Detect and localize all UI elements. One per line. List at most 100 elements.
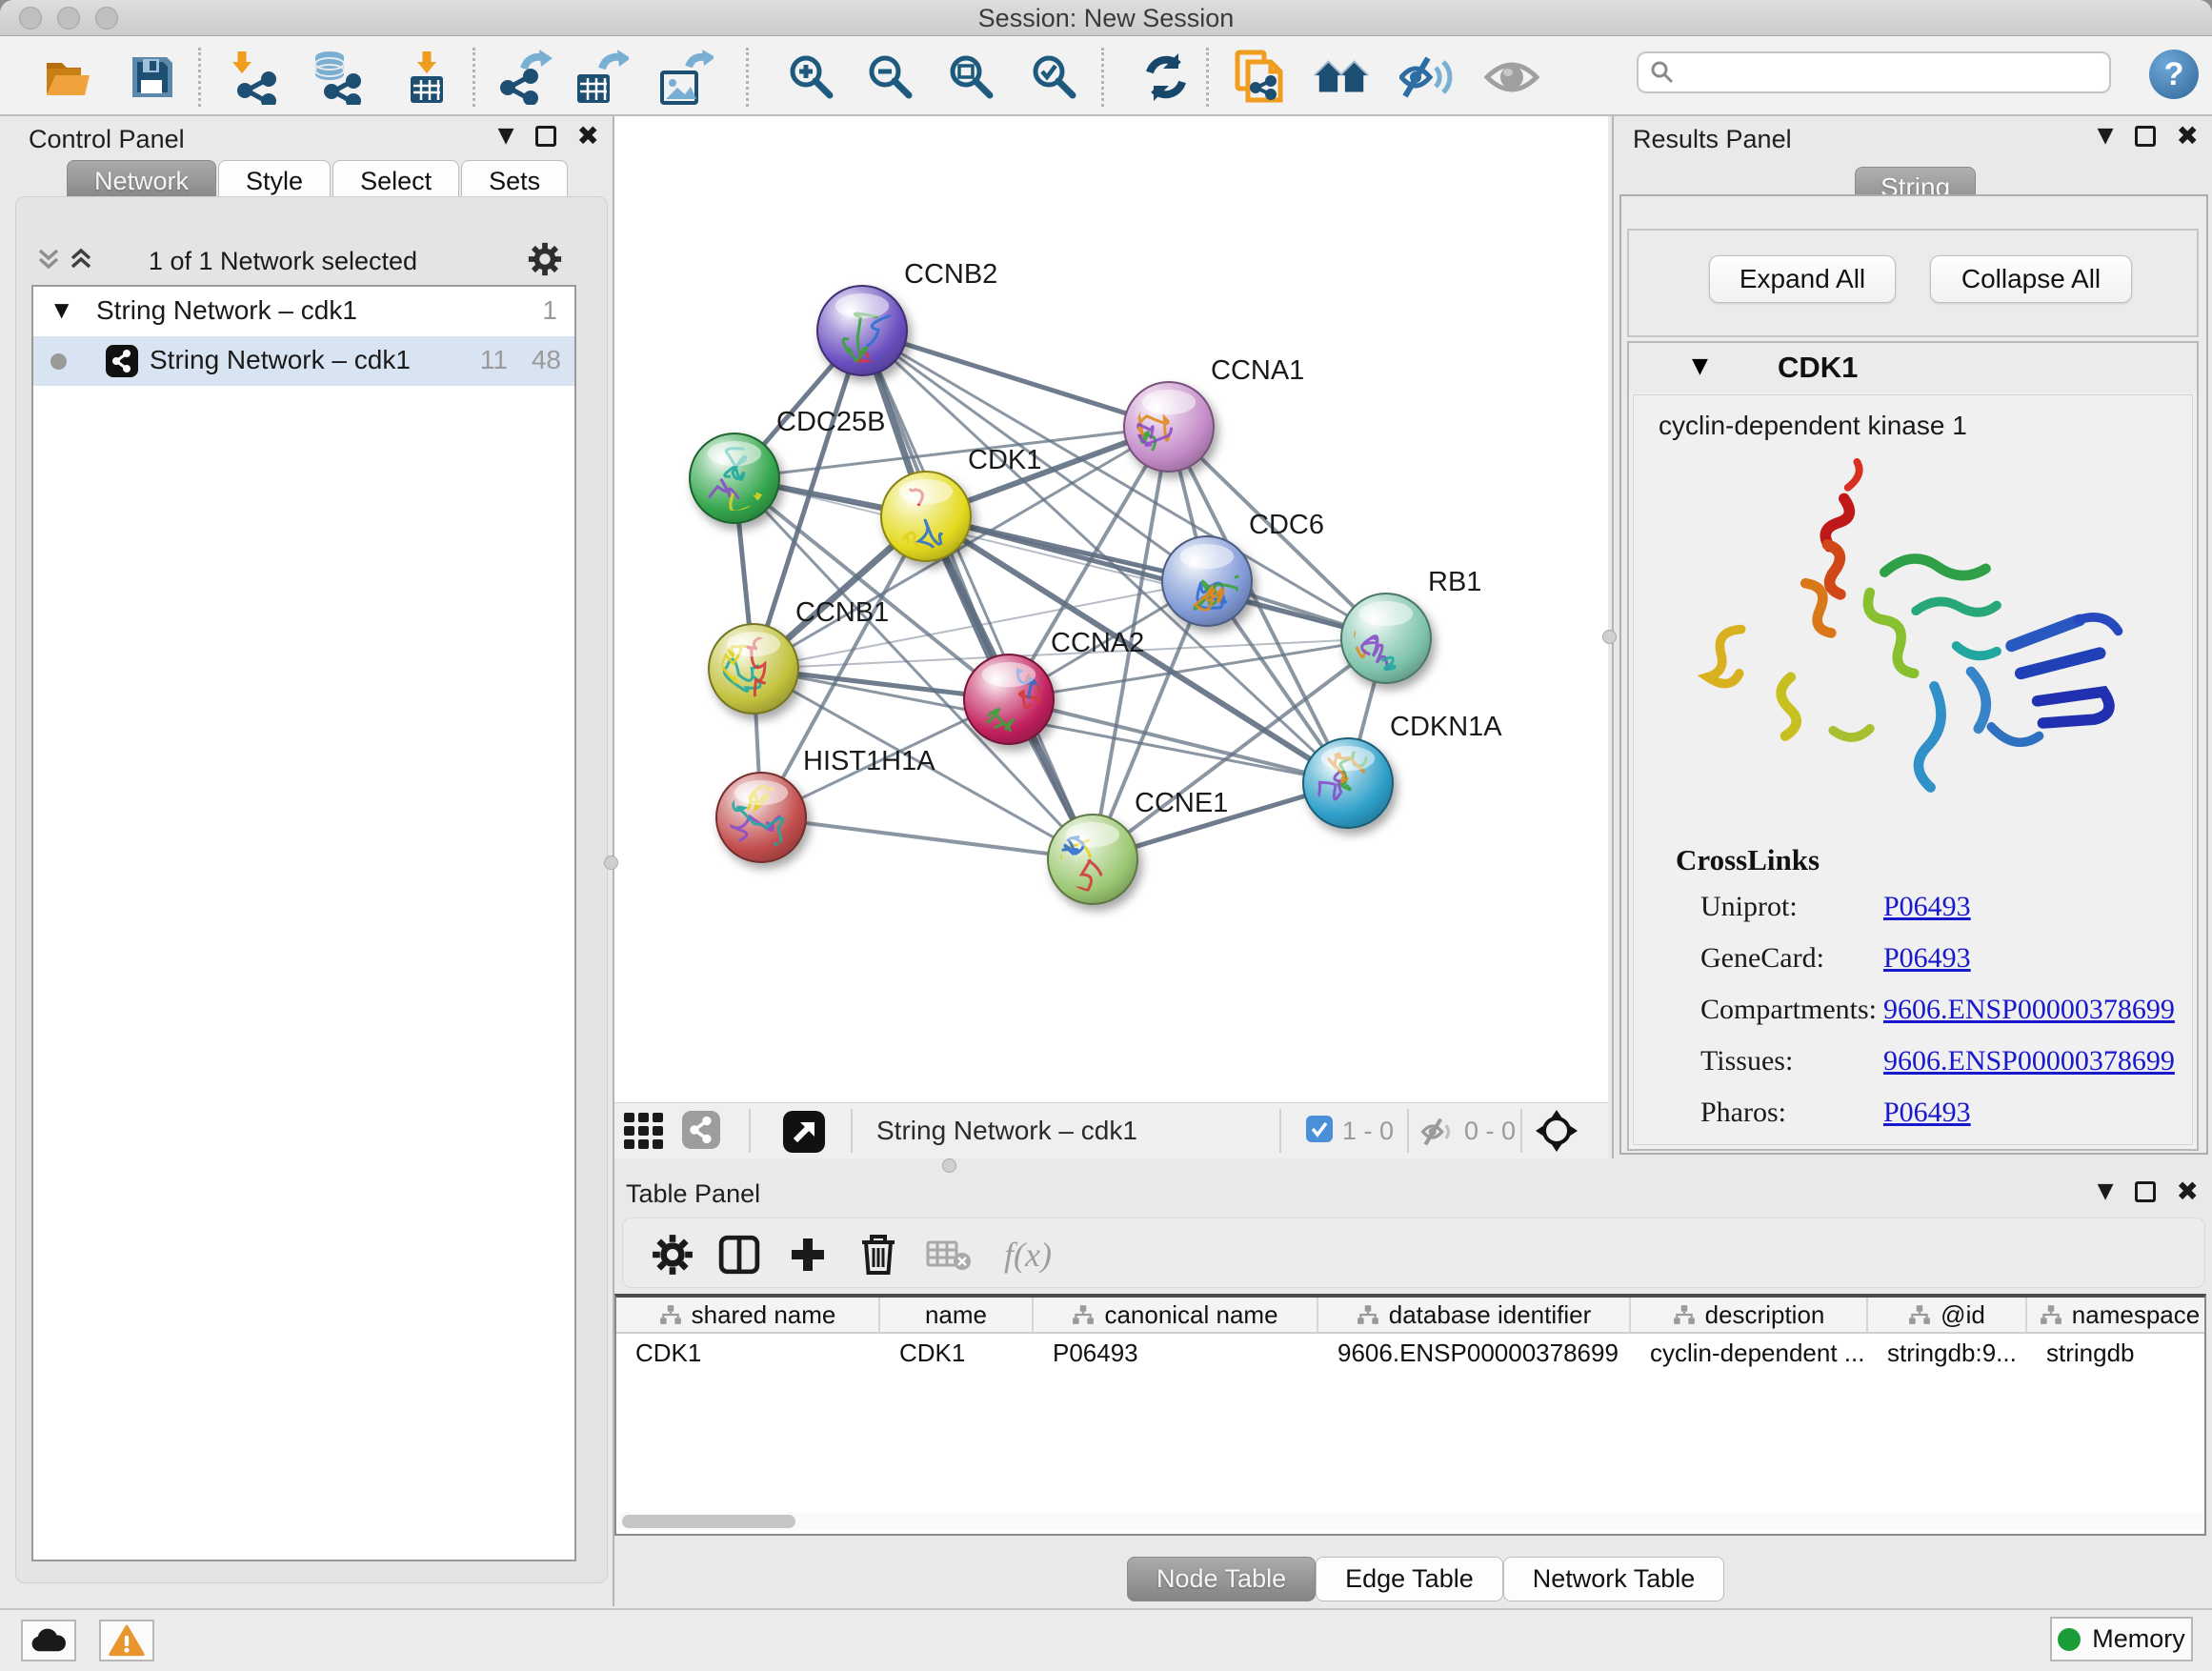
grid-view-icon[interactable] <box>622 1111 666 1156</box>
network-node-CDC6[interactable]: CDC6 <box>1162 510 1324 626</box>
panel-close-icon[interactable]: ✖ <box>2177 1181 2199 1202</box>
search-input[interactable] <box>1675 58 2109 88</box>
network-node-CCNA1[interactable]: CCNA1 <box>1124 355 1304 472</box>
column-header-canonical-name[interactable]: canonical name <box>1034 1298 1318 1332</box>
birds-eye-crosshair-icon[interactable] <box>1535 1109 1579 1158</box>
refresh-layout-icon[interactable] <box>1137 50 1195 105</box>
import-table-icon[interactable] <box>398 50 455 105</box>
table-horizontal-scrollbar[interactable] <box>618 1513 2202 1530</box>
export-image-icon[interactable] <box>658 50 715 105</box>
network-canvas[interactable]: CCNB2CCNA1CDC25BCDK1CDC6RB1CCNB1CCNA2CDK… <box>614 116 1608 1102</box>
table-cell[interactable]: CDK1 <box>616 1336 880 1370</box>
collection-expander-icon[interactable]: ▼ <box>54 298 69 321</box>
zoom-selected-icon[interactable] <box>1026 50 1083 105</box>
hidden-eye-icon[interactable] <box>1420 1117 1458 1152</box>
scrollbar-thumb[interactable] <box>622 1515 795 1528</box>
column-header-description[interactable]: description <box>1631 1298 1868 1332</box>
zoom-fit-icon[interactable] <box>943 50 1000 105</box>
network-edge[interactable] <box>862 331 1093 859</box>
table-cell[interactable]: cyclin-dependent ... <box>1631 1336 1868 1370</box>
export-network-icon[interactable] <box>497 50 554 105</box>
tab-edge-table[interactable]: Edge Table <box>1316 1557 1503 1601</box>
delete-column-trash-icon[interactable] <box>854 1230 903 1279</box>
crosslink-link[interactable]: P06493 <box>1883 1097 1971 1129</box>
crosslink-link[interactable]: 9606.ENSP00000378699 <box>1883 1045 2175 1077</box>
network-node-CDKN1A[interactable]: CDKN1A <box>1303 712 1502 828</box>
export-table-icon[interactable] <box>573 50 631 105</box>
network-node-CCNB1[interactable]: CCNB1 <box>709 597 889 714</box>
crosslink-link[interactable]: P06493 <box>1883 942 1971 975</box>
network-node-CDK1[interactable]: CDK1 <box>864 445 1041 561</box>
network-node-CCNE1[interactable]: CCNE1 <box>1048 788 1228 916</box>
hide-selected-icon[interactable] <box>1398 50 1455 105</box>
network-edge-count: 48 <box>532 345 561 375</box>
network-list: ▼ String Network – cdk1 1 String Network… <box>31 285 576 1561</box>
panel-menu-icon[interactable]: ▼ <box>2098 1179 2114 1203</box>
table-cell[interactable]: 9606.ENSP00000378699 <box>1318 1336 1631 1370</box>
section-expander-icon[interactable]: ▼ <box>1692 354 1708 378</box>
warnings-button[interactable] <box>99 1620 154 1661</box>
first-neighbors-icon[interactable] <box>1232 50 1289 105</box>
panel-close-icon[interactable]: ✖ <box>577 126 599 147</box>
collapse-all-button[interactable]: Collapse All <box>1930 255 2132 303</box>
table-cell[interactable]: stringdb:9... <box>1868 1336 2027 1370</box>
save-session-icon[interactable] <box>124 50 181 105</box>
node-section-header[interactable]: ▼ CDK1 <box>1629 343 2197 393</box>
table-cell[interactable]: stringdb <box>2027 1336 2212 1370</box>
detach-view-icon[interactable] <box>783 1111 825 1158</box>
network-edge[interactable] <box>862 331 1169 427</box>
panel-float-icon[interactable] <box>535 126 556 147</box>
crosslink-label: Pharos: <box>1700 1097 1786 1129</box>
panel-menu-icon[interactable]: ▼ <box>498 124 514 148</box>
panel-close-icon[interactable]: ✖ <box>2177 126 2199 147</box>
expand-all-button[interactable]: Expand All <box>1709 255 1896 303</box>
horizontal-splitter-handle[interactable] <box>942 1158 956 1173</box>
show-columns-icon[interactable] <box>714 1230 764 1279</box>
column-header-database-identifier[interactable]: database identifier <box>1318 1298 1631 1332</box>
network-collection-row[interactable]: ▼ String Network – cdk1 1 <box>33 287 574 336</box>
current-network-bullet-icon <box>50 353 67 370</box>
table-settings-gear-icon[interactable] <box>648 1230 697 1279</box>
hidden-node-edge-counts: 0 - 0 <box>1464 1117 1516 1146</box>
right-splitter-handle[interactable] <box>1602 630 1617 644</box>
panel-float-icon[interactable] <box>2135 1181 2156 1202</box>
tab-network-table[interactable]: Network Table <box>1503 1557 1725 1601</box>
column-header--id[interactable]: @id <box>1868 1298 2027 1332</box>
node-label-CCNB1: CCNB1 <box>795 597 889 628</box>
crosslink-link[interactable]: 9606.ENSP00000378699 <box>1883 994 2175 1026</box>
network-node-HIST1H1A[interactable]: HIST1H1A <box>716 746 935 862</box>
table-row[interactable]: CDK1CDK1P064939606.ENSP00000378699cyclin… <box>616 1336 2204 1370</box>
panel-float-icon[interactable] <box>2135 126 2156 147</box>
column-header-namespace[interactable]: namespace <box>2027 1298 2212 1332</box>
zoom-in-icon[interactable] <box>783 50 840 105</box>
window-title: Session: New Session <box>0 4 2212 33</box>
node-label-CDK1: CDK1 <box>968 445 1041 475</box>
open-session-icon[interactable] <box>39 50 96 105</box>
tab-node-table[interactable]: Node Table <box>1127 1557 1316 1601</box>
horizontal-splitter[interactable] <box>614 1158 2212 1174</box>
memory-button[interactable]: Memory <box>2050 1617 2193 1661</box>
zoom-out-icon[interactable] <box>862 50 919 105</box>
import-network-icon[interactable] <box>227 50 284 105</box>
left-splitter-handle[interactable] <box>604 856 618 870</box>
network-options-gear-icon[interactable] <box>527 241 563 282</box>
help-icon[interactable]: ? <box>2149 50 2199 99</box>
column-header-shared-name[interactable]: shared name <box>616 1298 880 1332</box>
add-column-icon[interactable] <box>783 1230 833 1279</box>
cloud-status-button[interactable] <box>21 1620 76 1661</box>
selected-checkbox-icon[interactable] <box>1306 1116 1333 1142</box>
home-icon[interactable] <box>1313 50 1370 105</box>
import-database-icon[interactable] <box>311 50 368 105</box>
collection-count: 1 <box>542 295 557 326</box>
results-button-bar: Expand All Collapse All <box>1627 229 2199 337</box>
show-all-icon[interactable] <box>1483 50 1540 105</box>
network-edge[interactable] <box>761 817 1093 859</box>
table-cell[interactable]: P06493 <box>1034 1336 1318 1370</box>
network-node-RB1[interactable]: RB1 <box>1337 567 1482 688</box>
panel-menu-icon[interactable]: ▼ <box>2098 124 2114 148</box>
crosslink-link[interactable]: P06493 <box>1883 891 1971 923</box>
table-cell[interactable]: CDK1 <box>880 1336 1034 1370</box>
network-share-icon[interactable] <box>682 1111 720 1154</box>
network-row[interactable]: String Network – cdk1 11 48 <box>33 336 574 386</box>
column-header-name[interactable]: name <box>880 1298 1034 1332</box>
